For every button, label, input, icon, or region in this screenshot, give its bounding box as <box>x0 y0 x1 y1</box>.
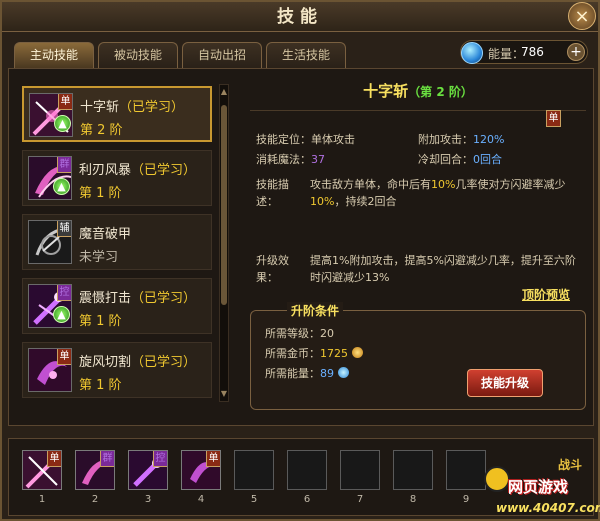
extra-attack-row: 附加攻击：120% <box>418 133 505 146</box>
requirements-title: 升阶条件 <box>287 302 344 319</box>
skill-item-blade-storm[interactable]: 群 ▲ 利刃风暴（已学习） 第 1 阶 <box>22 150 212 206</box>
slot-number: 9 <box>462 494 470 505</box>
mascot-logo-icon <box>484 466 510 492</box>
skill-item-whirlwind-cut[interactable]: 单 旋风切割（已学习） 第 1 阶 <box>22 342 212 398</box>
slot-number: 6 <box>303 494 311 505</box>
close-button[interactable]: × <box>568 2 596 30</box>
skill-name: 利刃风暴（已学习） <box>79 163 197 178</box>
hotbar-slot-9[interactable] <box>446 450 486 490</box>
energy-label: 能量： <box>488 47 525 61</box>
scrollbar-thumb[interactable] <box>221 105 227 305</box>
site-watermark: 战斗 网页游戏 www.40407.com <box>482 446 600 520</box>
skill-item-cross-slash[interactable]: 单 ▲ 十字斩（已学习） 第 2 阶 <box>22 86 212 142</box>
slot-number: 3 <box>144 494 152 505</box>
add-energy-button[interactable]: + <box>567 43 585 61</box>
skill-name: 震慑打击（已学习） <box>79 291 197 306</box>
max-level-preview-link[interactable]: 顶阶预览 <box>522 286 570 303</box>
skill-list-scrollbar[interactable]: ▲ ▼ <box>219 84 229 402</box>
slot-number: 8 <box>409 494 417 505</box>
slot-number: 7 <box>356 494 364 505</box>
skill-level: 第 2 阶 <box>80 123 123 138</box>
skill-name: 十字斩（已学习） <box>80 100 185 115</box>
hotbar-slot-3[interactable]: 控 <box>128 450 168 490</box>
hotbar-slot-5[interactable] <box>234 450 274 490</box>
title-bar: 技能 <box>2 2 598 32</box>
hotbar-slot-2[interactable]: 群 <box>75 450 115 490</box>
skill-name: 旋风切割（已学习） <box>79 355 197 370</box>
cross-slash-icon: 单 ▲ <box>29 93 73 137</box>
skill-level: 第 1 阶 <box>79 378 122 393</box>
upgrade-effect: 升级效果： 提高1%附加攻击，提高5%闪避减少几率，提升至六阶时闪避减少13% <box>256 254 576 284</box>
required-energy: 所需能量：89 <box>265 365 349 381</box>
skill-item-stun-strike[interactable]: 控 ▲ 震慑打击（已学习） 第 1 阶 <box>22 278 212 334</box>
upgrade-requirements: 升阶条件 所需等级：20 所需金币：1725 所需能量：89 技能升级 <box>250 302 586 410</box>
single-target-tag: 单 <box>47 451 61 467</box>
hotbar-slot-6[interactable] <box>287 450 327 490</box>
scroll-down-icon[interactable]: ▼ <box>220 389 228 399</box>
hotbar-slot-4[interactable]: 单 <box>181 450 221 490</box>
hotbar-slot-8[interactable] <box>393 450 433 490</box>
single-target-tag: 单 <box>57 349 71 365</box>
skill-level: 第 1 阶 <box>79 186 122 201</box>
detail-title: 十字斩（第 2 阶） <box>363 82 473 100</box>
tab-auto-attack[interactable]: 自动出招 <box>182 42 262 68</box>
upgrade-arrow-icon: ▲ <box>53 306 70 323</box>
close-icon: × <box>574 6 590 27</box>
mana-cost-row: 消耗魔法：37 <box>256 153 325 166</box>
tab-passive-skills[interactable]: 被动技能 <box>98 42 178 68</box>
group-target-tag: 群 <box>57 157 71 173</box>
single-target-tag: 单 <box>58 94 72 110</box>
tab-active-skills[interactable]: 主动技能 <box>14 42 94 68</box>
control-tag: 控 <box>153 451 167 467</box>
window-title: 技能 <box>277 7 323 27</box>
gold-coin-icon <box>351 347 363 358</box>
skill-window: 技能 × 主动技能 被动技能 自动出招 生活技能 能量： 786 + 单 ▲ 十… <box>0 0 600 521</box>
upgrade-arrow-icon: ▲ <box>53 178 70 195</box>
support-tag: 辅 <box>57 221 71 237</box>
stun-strike-icon: 控 ▲ <box>28 284 72 328</box>
energy-display: 能量： 786 + <box>460 40 588 64</box>
skill-level: 未学习 <box>79 250 119 265</box>
slot-number: 4 <box>197 494 205 505</box>
blade-storm-icon: 群 ▲ <box>28 156 72 200</box>
slot-number: 2 <box>91 494 99 505</box>
divider <box>250 110 586 111</box>
energy-value: 786 <box>521 45 544 59</box>
control-tag: 控 <box>57 285 71 301</box>
whirlwind-cut-icon: 单 <box>28 348 72 392</box>
skill-name: 魔音破甲 <box>79 227 132 242</box>
group-target-tag: 群 <box>100 451 114 467</box>
hotbar-slot-1[interactable]: 单 <box>22 450 62 490</box>
scroll-up-icon[interactable]: ▲ <box>220 87 228 97</box>
sonic-break-icon: 辅 <box>28 220 72 264</box>
upgrade-arrow-icon: ▲ <box>54 115 71 132</box>
required-level: 所需等级：20 <box>265 327 334 340</box>
skill-item-sonic-break[interactable]: 辅 魔音破甲 未学习 <box>22 214 212 270</box>
single-target-tag: 单 <box>546 110 561 127</box>
tab-life-skills[interactable]: 生活技能 <box>266 42 346 68</box>
energy-orb-icon <box>337 367 349 378</box>
skill-upgrade-button[interactable]: 技能升级 <box>467 369 543 397</box>
skill-level: 第 1 阶 <box>79 314 122 329</box>
energy-orb-icon <box>461 42 483 64</box>
hotbar-slot-7[interactable] <box>340 450 380 490</box>
slot-number: 1 <box>38 494 46 505</box>
skill-position-row: 技能定位：单体攻击 <box>256 133 355 146</box>
slot-number: 5 <box>250 494 258 505</box>
cooldown-row: 冷却回合：0回合 <box>418 153 502 166</box>
skill-list: 单 ▲ 十字斩（已学习） 第 2 阶 群 ▲ 利刃风暴（已学习） 第 1 阶 辅… <box>14 74 234 404</box>
skill-description: 技能描述： 攻击敌方单体，命中后有10%几率使对方闪避率减少10%，持续2回合 <box>256 178 566 208</box>
required-gold: 所需金币：1725 <box>265 345 363 361</box>
single-target-tag: 单 <box>206 451 220 467</box>
